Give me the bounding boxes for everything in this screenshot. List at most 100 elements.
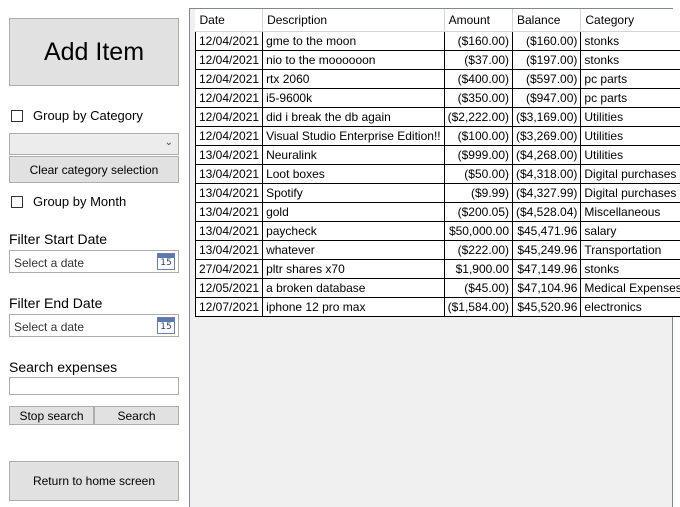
group-by-month-row[interactable]: Group by Month (11, 194, 126, 209)
cell-category[interactable]: Transportation (580, 240, 680, 260)
cell-date[interactable]: 12/04/2021 (194, 69, 264, 89)
cell-description[interactable]: Visual Studio Enterprise Edition!! (262, 126, 445, 146)
cell-amount[interactable]: ($37.00) (443, 50, 514, 70)
cell-category[interactable]: electronics (580, 297, 680, 317)
cell-balance[interactable]: ($947.00) (511, 88, 582, 108)
cell-balance[interactable]: $45,471.96 (511, 221, 582, 241)
column-header-description[interactable]: Description (262, 9, 445, 32)
category-select[interactable]: ⌄ (9, 133, 179, 155)
cell-amount[interactable]: ($200.05) (443, 202, 514, 222)
search-button[interactable]: Search (94, 406, 179, 425)
cell-amount[interactable]: ($50.00) (443, 164, 514, 184)
calendar-icon[interactable]: 15 (157, 253, 175, 270)
cell-category[interactable]: stonks (580, 259, 680, 279)
cell-amount[interactable]: ($1,584.00) (443, 297, 514, 317)
group-by-month-checkbox[interactable] (11, 195, 23, 208)
table-row[interactable]: 12/07/2021 iphone 12 pro max ($1,584.00) $4… (194, 297, 680, 317)
cell-category[interactable]: Digital purchases (580, 183, 680, 203)
cell-category[interactable]: Utilities (580, 145, 680, 165)
cell-category[interactable]: pc parts (580, 88, 680, 108)
cell-category[interactable]: Miscellaneous (580, 202, 680, 222)
table-row[interactable]: 12/04/2021 i5-9600k ($350.00) ($947.00) pc p… (194, 88, 680, 108)
cell-category[interactable]: stonks (580, 31, 680, 51)
cell-balance[interactable]: $45,249.96 (511, 240, 582, 260)
expenses-grid[interactable]: Date Description Amount Balance Category 12/… (189, 8, 680, 507)
cell-amount[interactable]: ($45.00) (443, 278, 514, 298)
cell-balance[interactable]: ($4,528.04) (511, 202, 582, 222)
cell-category[interactable]: pc parts (580, 69, 680, 89)
cell-balance[interactable]: ($597.00) (511, 69, 582, 89)
cell-description[interactable]: gold (262, 202, 445, 222)
cell-category[interactable]: Utilities (580, 107, 680, 127)
cell-date[interactable]: 12/04/2021 (194, 126, 264, 146)
cell-date[interactable]: 13/04/2021 (194, 202, 264, 222)
table-row[interactable]: 12/04/2021 did i break the db again ($2,22… (194, 107, 680, 127)
cell-balance[interactable]: $47,149.96 (511, 259, 582, 279)
column-header-category[interactable]: Category (580, 9, 680, 32)
cell-category[interactable]: salary (580, 221, 680, 241)
cell-description[interactable]: gme to the moon (262, 31, 445, 51)
cell-description[interactable]: iphone 12 pro max (262, 297, 445, 317)
cell-description[interactable]: did i break the db again (262, 107, 445, 127)
calendar-icon[interactable]: 15 (157, 317, 175, 334)
cell-category[interactable]: Digital purchases (580, 164, 680, 184)
cell-amount[interactable]: ($400.00) (443, 69, 514, 89)
column-header-date[interactable]: Date (195, 9, 264, 32)
cell-amount[interactable]: ($9.99) (443, 183, 514, 203)
cell-balance[interactable]: ($4,268.00) (511, 145, 582, 165)
table-row[interactable]: 13/04/2021 Loot boxes ($50.00) ($4,318.00) D… (194, 164, 680, 184)
cell-balance[interactable]: ($197.00) (511, 50, 582, 70)
cell-description[interactable]: pltr shares x70 (262, 259, 445, 279)
cell-amount[interactable]: $1,900.00 (443, 259, 514, 279)
table-row[interactable]: 12/04/2021 rtx 2060 ($400.00) ($597.00) pc p… (194, 69, 680, 89)
cell-date[interactable]: 13/04/2021 (194, 221, 264, 241)
cell-description[interactable]: paycheck (262, 221, 445, 241)
filter-end-datepicker[interactable]: Select a date 15 (9, 314, 179, 337)
cell-description[interactable]: a broken database (262, 278, 445, 298)
cell-category[interactable]: stonks (580, 50, 680, 70)
cell-date[interactable]: 12/04/2021 (194, 31, 264, 51)
group-by-category-checkbox[interactable] (11, 109, 23, 122)
cell-date[interactable]: 12/04/2021 (194, 50, 264, 70)
cell-description[interactable]: Loot boxes (262, 164, 445, 184)
table-row[interactable]: 12/04/2021 nio to the moooooon ($37.00) ($1… (194, 50, 680, 70)
table-row[interactable]: 12/04/2021 Visual Studio Enterprise Editi… (194, 126, 680, 146)
cell-date[interactable]: 12/07/2021 (194, 297, 264, 317)
cell-amount[interactable]: $50,000.00 (443, 221, 514, 241)
table-row[interactable]: 13/04/2021 paycheck $50,000.00 $45,471.96 sa… (194, 221, 680, 241)
cell-description[interactable]: nio to the moooooon (262, 50, 445, 70)
table-row[interactable]: 12/04/2021 gme to the moon ($160.00) ($160.… (194, 31, 680, 51)
filter-start-datepicker[interactable]: Select a date 15 (9, 250, 179, 273)
cell-amount[interactable]: ($222.00) (443, 240, 514, 260)
cell-category[interactable]: Utilities (580, 126, 680, 146)
table-row[interactable]: 12/05/2021 a broken database ($45.00) $47,1… (194, 278, 680, 298)
cell-balance[interactable]: ($4,327.99) (511, 183, 582, 203)
table-row[interactable]: 13/04/2021 Neuralink ($999.00) ($4,268.00) U… (194, 145, 680, 165)
cell-balance[interactable]: ($4,318.00) (511, 164, 582, 184)
cell-balance[interactable]: $47,104.96 (511, 278, 582, 298)
cell-description[interactable]: i5-9600k (262, 88, 445, 108)
clear-category-button[interactable]: Clear category selection (9, 156, 179, 183)
cell-description[interactable]: rtx 2060 (262, 69, 445, 89)
cell-balance[interactable]: ($160.00) (511, 31, 582, 51)
cell-date[interactable]: 13/04/2021 (194, 164, 264, 184)
cell-amount[interactable]: ($999.00) (443, 145, 514, 165)
cell-description[interactable]: whatever (262, 240, 445, 260)
cell-date[interactable]: 13/04/2021 (194, 145, 264, 165)
cell-category[interactable]: Medical Expenses (580, 278, 680, 298)
cell-description[interactable]: Neuralink (262, 145, 445, 165)
group-by-category-row[interactable]: Group by Category (11, 108, 143, 123)
table-row[interactable]: 13/04/2021 gold ($200.05) ($4,528.04) Miscel… (194, 202, 680, 222)
cell-amount[interactable]: ($100.00) (443, 126, 514, 146)
cell-date[interactable]: 13/04/2021 (194, 240, 264, 260)
cell-date[interactable]: 27/04/2021 (194, 259, 264, 279)
table-row[interactable]: 27/04/2021 pltr shares x70 $1,900.00 $47,14… (194, 259, 680, 279)
cell-balance[interactable]: ($3,269.00) (511, 126, 582, 146)
cell-date[interactable]: 12/05/2021 (194, 278, 264, 298)
cell-date[interactable]: 12/04/2021 (194, 107, 264, 127)
return-home-button[interactable]: Return to home screen (9, 461, 179, 501)
cell-description[interactable]: Spotify (262, 183, 445, 203)
stop-search-button[interactable]: Stop search (9, 406, 94, 425)
add-item-button[interactable]: Add Item (9, 18, 179, 86)
cell-balance[interactable]: $45,520.96 (511, 297, 582, 317)
